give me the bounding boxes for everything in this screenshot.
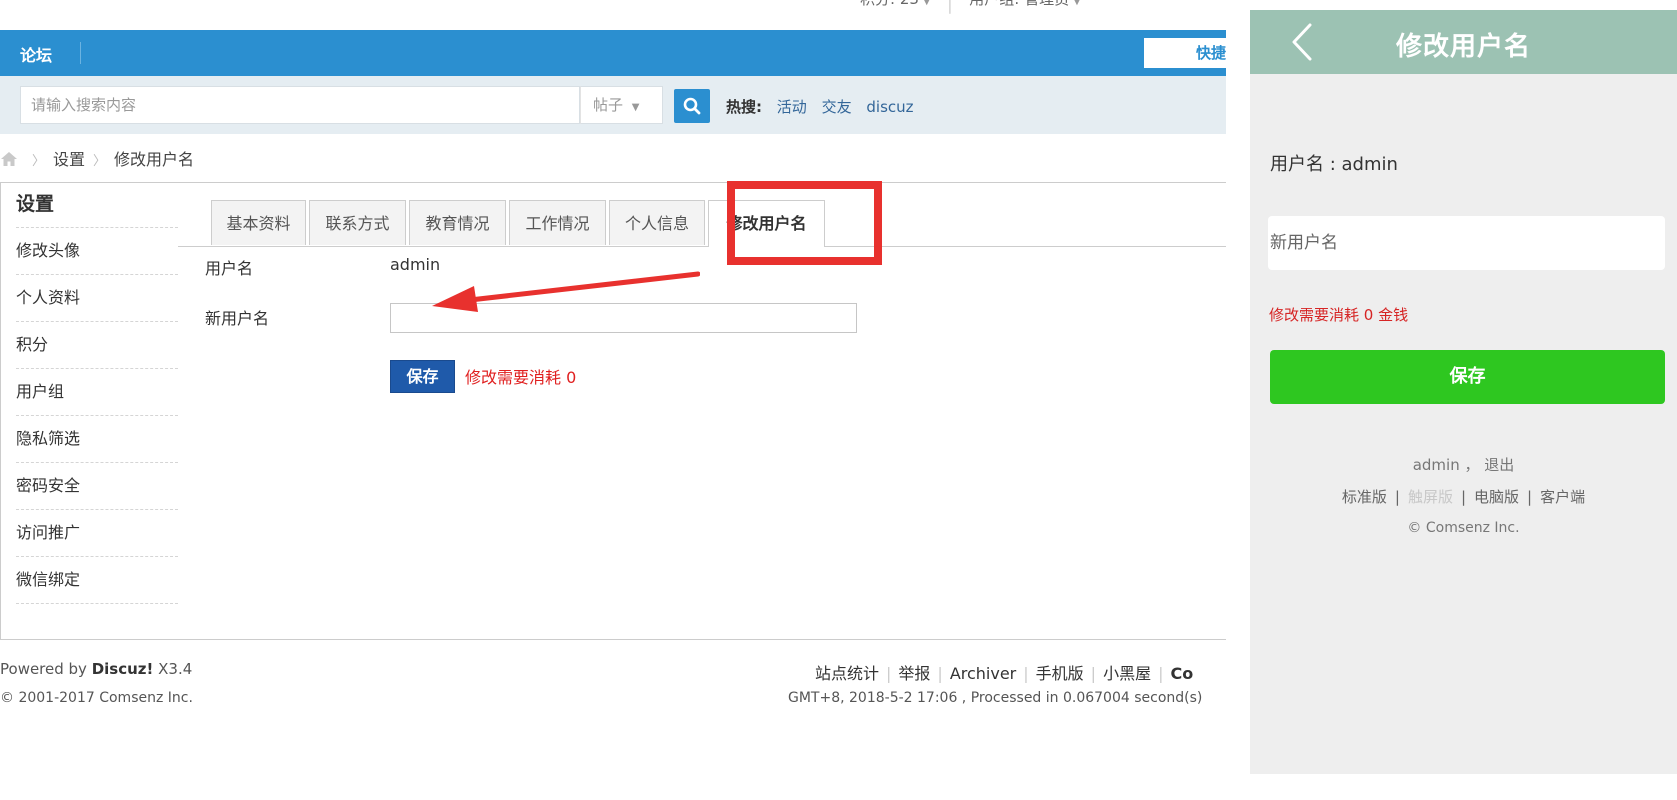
sidebar-title: 设置 [16, 183, 178, 228]
hot-search-label: 热搜: [726, 98, 762, 116]
divider: | [1023, 664, 1029, 683]
powered-version: X3.4 [153, 660, 193, 678]
search-type-label: 帖子 [593, 96, 624, 114]
tab-work[interactable]: 工作情况 [509, 200, 606, 245]
sidebar-item-avatar[interactable]: 修改头像 [16, 228, 178, 275]
tab-underline [178, 246, 1226, 247]
footer-link-mobile[interactable]: 手机版 [1036, 664, 1084, 683]
version-client-link[interactable]: 客户端 [1540, 488, 1585, 506]
search-type-select[interactable]: 帖子 ▼ [580, 86, 663, 124]
annotation-arrow [432, 271, 700, 312]
breadcrumb-separator: 〉 [32, 154, 46, 169]
footer-copyright: © 2001-2017 Comsenz Inc. [0, 690, 193, 706]
mobile-footer-user[interactable]: admin ， 退出 [1250, 454, 1677, 475]
footer-powered: Powered by Discuz! X3.4 © 2001-2017 Coms… [0, 660, 193, 706]
dropdown-caret-icon: ▼ [922, 0, 931, 7]
new-username-label: 新用户名 [205, 309, 270, 328]
divider: | [1460, 488, 1467, 506]
footer-link-stats[interactable]: 站点统计 [815, 664, 879, 683]
search-icon [683, 97, 701, 115]
search-input[interactable]: 请输入搜索内容 [20, 86, 580, 124]
main-navbar: 论坛 快捷 [0, 30, 1226, 76]
user-group-menu[interactable]: 用户组: 管理员 ▼ [969, 0, 1081, 15]
chevron-down-icon: ▼ [631, 102, 640, 113]
hot-word-link[interactable]: discuz [866, 98, 913, 116]
user-group-text: 用户组: 管理员 [969, 0, 1069, 9]
footer-link-blackroom[interactable]: 小黑屋 [1103, 664, 1151, 683]
version-desktop-link[interactable]: 电脑版 [1474, 488, 1519, 506]
credits-menu[interactable]: 积分: 23▼ [860, 0, 931, 15]
mobile-panel: 修改用户名 用户名 : admin 新用户名 修改需要消耗 0 金钱 保存 ad… [1250, 10, 1677, 774]
version-standard-link[interactable]: 标准版 [1342, 488, 1387, 506]
sidebar-item-credits[interactable]: 积分 [16, 322, 178, 369]
mobile-header: 修改用户名 [1250, 10, 1677, 74]
footer-link-comsenz[interactable]: Co [1170, 664, 1193, 683]
sidebar-item-profile[interactable]: 个人资料 [16, 275, 178, 322]
footer-time-info: GMT+8, 2018-5-2 17:06 , Processed in 0.0… [788, 690, 1203, 706]
sidebar-item-promotion[interactable]: 访问推广 [16, 510, 178, 557]
divider: | [886, 664, 892, 683]
mobile-save-button[interactable]: 保存 [1270, 350, 1665, 404]
tab-contact[interactable]: 联系方式 [309, 200, 406, 245]
username-label: 用户名 [205, 259, 254, 278]
settings-sidebar: 设置 修改头像 个人资料 积分 用户组 隐私筛选 密码安全 访问推广 微信绑定 [16, 183, 178, 604]
tab-basic-info[interactable]: 基本资料 [211, 200, 306, 245]
credits-text: 积分: 23 [860, 0, 919, 9]
search-bar: 请输入搜索内容 帖子 ▼ 热搜: 活动 交友 discuz [0, 76, 1226, 134]
sidebar-item-wechat[interactable]: 微信绑定 [16, 557, 178, 604]
highlight-box [727, 181, 882, 265]
footer-link-archiver[interactable]: Archiver [950, 664, 1016, 683]
divider: | [937, 664, 943, 683]
sidebar-item-privacy[interactable]: 隐私筛选 [16, 416, 178, 463]
mobile-footer-versions: 标准版 | 触屏版 | 电脑版 | 客户端 [1250, 486, 1677, 507]
version-touch-current: 触屏版 [1407, 488, 1453, 506]
top-user-info: 积分: 23▼ | 用户组: 管理员▼ [860, 0, 1226, 16]
divider: | [1394, 488, 1400, 506]
divider: | [947, 0, 953, 14]
tab-education[interactable]: 教育情况 [409, 200, 506, 245]
desktop-panel: 积分: 23▼ | 用户组: 管理员▼ 论坛 快捷 请输入搜索内容 帖子 ▼ 热… [0, 0, 1226, 800]
dropdown-caret-icon: ▼ [1073, 0, 1081, 7]
sidebar-item-usergroup[interactable]: 用户组 [16, 369, 178, 416]
discuz-link[interactable]: Discuz! [92, 660, 154, 678]
powered-prefix: Powered by [0, 660, 92, 678]
quick-nav-button[interactable]: 快捷 [1144, 38, 1226, 68]
hot-word-link[interactable]: 交友 [822, 98, 852, 116]
mobile-new-username-input[interactable]: 新用户名 [1268, 216, 1665, 270]
home-icon[interactable] [0, 151, 18, 171]
divider: | [1090, 664, 1097, 683]
footer-links: 站点统计 | 举报 | Archiver | 手机版 | 小黑屋 | Co [815, 660, 1193, 684]
hot-search: 热搜: 活动 交友 discuz [726, 96, 914, 117]
breadcrumb-separator: 〉 [93, 154, 107, 169]
tab-personal-info[interactable]: 个人信息 [609, 200, 705, 245]
hot-word-link[interactable]: 活动 [777, 98, 807, 116]
cost-note: 修改需要消耗 0 [465, 368, 577, 387]
settings-content: 设置 修改头像 个人资料 积分 用户组 隐私筛选 密码安全 访问推广 微信绑定 … [0, 182, 1226, 640]
save-button[interactable]: 保存 [390, 360, 455, 393]
breadcrumb-settings[interactable]: 设置 [53, 150, 85, 169]
breadcrumb: 〉设置〉修改用户名 [0, 146, 194, 171]
mobile-footer-copyright: © Comsenz Inc. [1407, 520, 1520, 536]
search-button[interactable] [674, 89, 710, 123]
footer-link-report[interactable]: 举报 [898, 664, 930, 683]
nav-forum-link[interactable]: 论坛 [20, 42, 52, 66]
breadcrumb-current: 修改用户名 [114, 150, 195, 169]
mobile-page-title: 修改用户名 [1395, 32, 1531, 62]
mobile-cost-note: 修改需要消耗 0 金钱 [1269, 306, 1409, 324]
sidebar-item-password[interactable]: 密码安全 [16, 463, 178, 510]
divider [80, 42, 81, 64]
divider: | [1158, 664, 1164, 683]
mobile-username: 用户名 : admin [1270, 154, 1398, 175]
divider: | [1527, 488, 1533, 506]
